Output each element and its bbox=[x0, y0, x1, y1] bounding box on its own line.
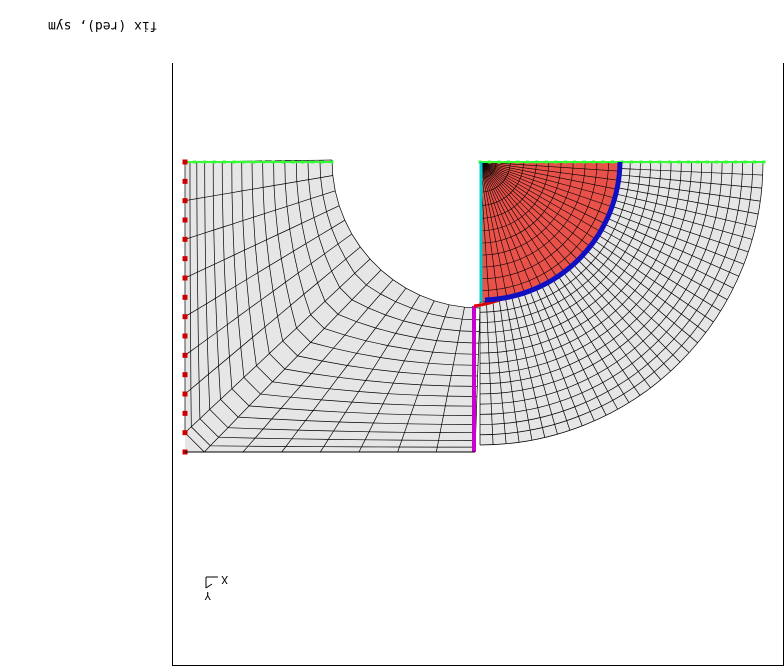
symmetry-node bbox=[497, 160, 501, 164]
symmetry-node bbox=[582, 160, 586, 164]
symmetry-node bbox=[677, 160, 681, 164]
fixed-node bbox=[182, 236, 188, 242]
symmetry-node bbox=[516, 160, 520, 164]
symmetry-node bbox=[261, 160, 265, 164]
symmetry-node bbox=[658, 160, 662, 164]
fixed-node bbox=[182, 430, 188, 436]
symmetry-node bbox=[686, 160, 690, 164]
symmetry-node bbox=[554, 160, 558, 164]
symmetry-node bbox=[639, 160, 643, 164]
symmetry-node bbox=[271, 160, 275, 164]
symmetry-node bbox=[525, 160, 529, 164]
fixed-node bbox=[182, 159, 188, 165]
symmetry-node bbox=[724, 160, 728, 164]
axis-triad: X Y bbox=[204, 573, 228, 602]
mesh-canvas[interactable]: X Y bbox=[0, 0, 784, 672]
triad-y-label: Y bbox=[204, 589, 211, 602]
symmetry-node bbox=[734, 160, 738, 164]
symmetry-node bbox=[232, 160, 236, 164]
symmetry-node bbox=[310, 160, 314, 164]
fixed-node bbox=[182, 333, 188, 339]
symmetry-node bbox=[330, 160, 334, 164]
fixed-node bbox=[182, 256, 188, 262]
symmetry-node bbox=[563, 160, 567, 164]
fixed-node bbox=[182, 178, 188, 184]
symmetry-node bbox=[715, 160, 719, 164]
fixed-node bbox=[182, 217, 188, 223]
symmetry-node bbox=[487, 160, 491, 164]
symmetry-node bbox=[281, 160, 285, 164]
symmetry-node bbox=[762, 160, 766, 164]
fixed-node bbox=[182, 314, 188, 320]
fixed-node bbox=[182, 294, 188, 300]
symmetry-node bbox=[212, 160, 216, 164]
symmetry-node bbox=[252, 160, 256, 164]
symmetry-node bbox=[222, 160, 226, 164]
symmetry-node bbox=[629, 160, 633, 164]
symmetry-node bbox=[203, 160, 207, 164]
symmetry-node bbox=[592, 160, 596, 164]
fixed-node bbox=[182, 372, 188, 378]
symmetry-node bbox=[506, 160, 510, 164]
fixed-node bbox=[182, 275, 188, 281]
symmetry-node bbox=[705, 160, 709, 164]
symmetry-node bbox=[535, 160, 539, 164]
fixed-node bbox=[182, 391, 188, 397]
viewer-window: fix (red), sym X Y bbox=[0, 0, 784, 672]
symmetry-node bbox=[193, 160, 197, 164]
symmetry-node bbox=[291, 160, 295, 164]
symmetry-node bbox=[648, 160, 652, 164]
left-mesh-region bbox=[184, 159, 481, 453]
symmetry-node bbox=[242, 160, 246, 164]
fixed-node bbox=[182, 352, 188, 358]
symmetry-node bbox=[320, 160, 324, 164]
triad-x-label: X bbox=[221, 573, 228, 586]
symmetry-node bbox=[601, 160, 605, 164]
symmetry-node bbox=[753, 160, 757, 164]
symmetry-node bbox=[696, 160, 700, 164]
symmetry-node bbox=[743, 160, 747, 164]
fixed-node bbox=[182, 198, 188, 204]
symmetry-node bbox=[301, 160, 305, 164]
symmetry-node bbox=[573, 160, 577, 164]
fixed-node bbox=[182, 410, 188, 416]
symmetry-node bbox=[667, 160, 671, 164]
symmetry-node bbox=[611, 160, 615, 164]
symmetry-node bbox=[544, 160, 548, 164]
